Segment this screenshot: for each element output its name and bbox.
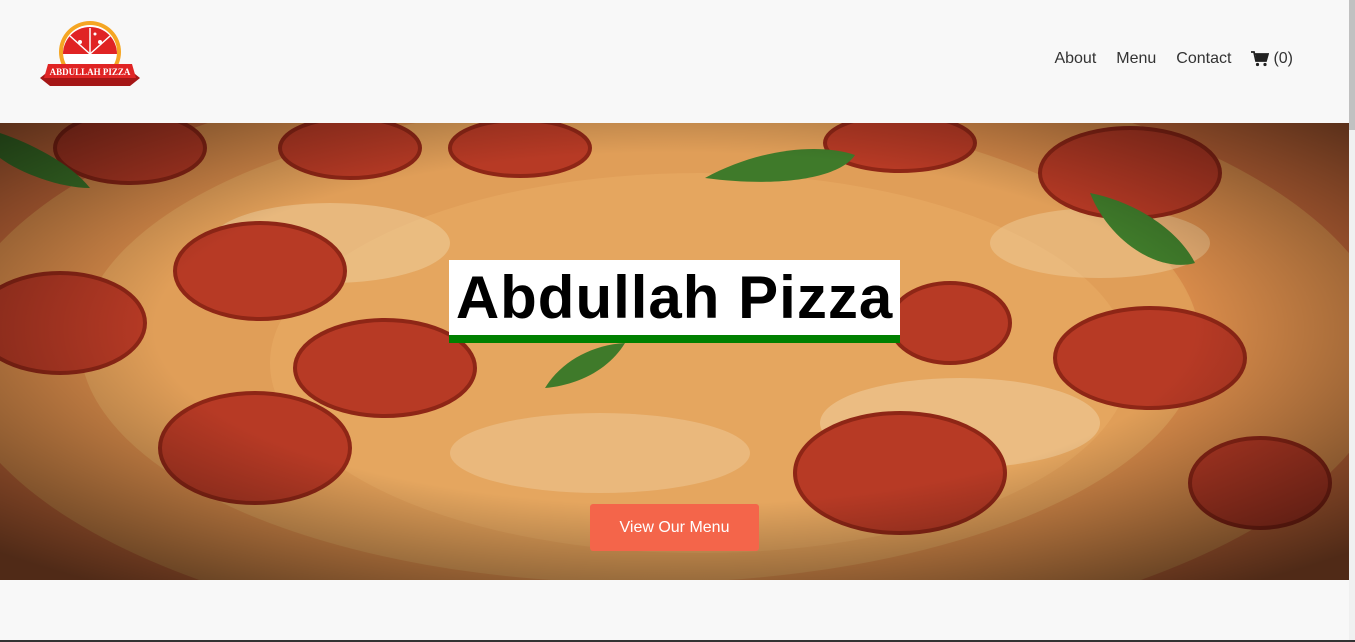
site-header: ABDULLAH PIZZA About Menu Contact (0) xyxy=(0,0,1349,123)
hero-title: Abdullah Pizza xyxy=(455,264,894,331)
shopping-cart-icon xyxy=(1251,51,1270,67)
nav-about-link[interactable]: About xyxy=(1054,50,1096,68)
view-menu-button[interactable]: View Our Menu xyxy=(590,504,759,551)
nav-menu-link[interactable]: Menu xyxy=(1116,50,1156,68)
scrollbar-thumb[interactable] xyxy=(1349,0,1355,130)
main-nav: About Menu Contact (0) xyxy=(1034,50,1293,68)
cart-count: (0) xyxy=(1273,50,1293,67)
site-logo[interactable]: ABDULLAH PIZZA xyxy=(40,20,140,95)
hero-title-box: Abdullah Pizza xyxy=(449,260,900,343)
cart-button[interactable]: (0) xyxy=(1251,50,1293,68)
hero-banner: Abdullah Pizza View Our Menu xyxy=(0,123,1349,580)
nav-contact-link[interactable]: Contact xyxy=(1176,50,1231,68)
page-scrollbar[interactable] xyxy=(1349,0,1355,642)
logo-text: ABDULLAH PIZZA xyxy=(50,67,131,77)
